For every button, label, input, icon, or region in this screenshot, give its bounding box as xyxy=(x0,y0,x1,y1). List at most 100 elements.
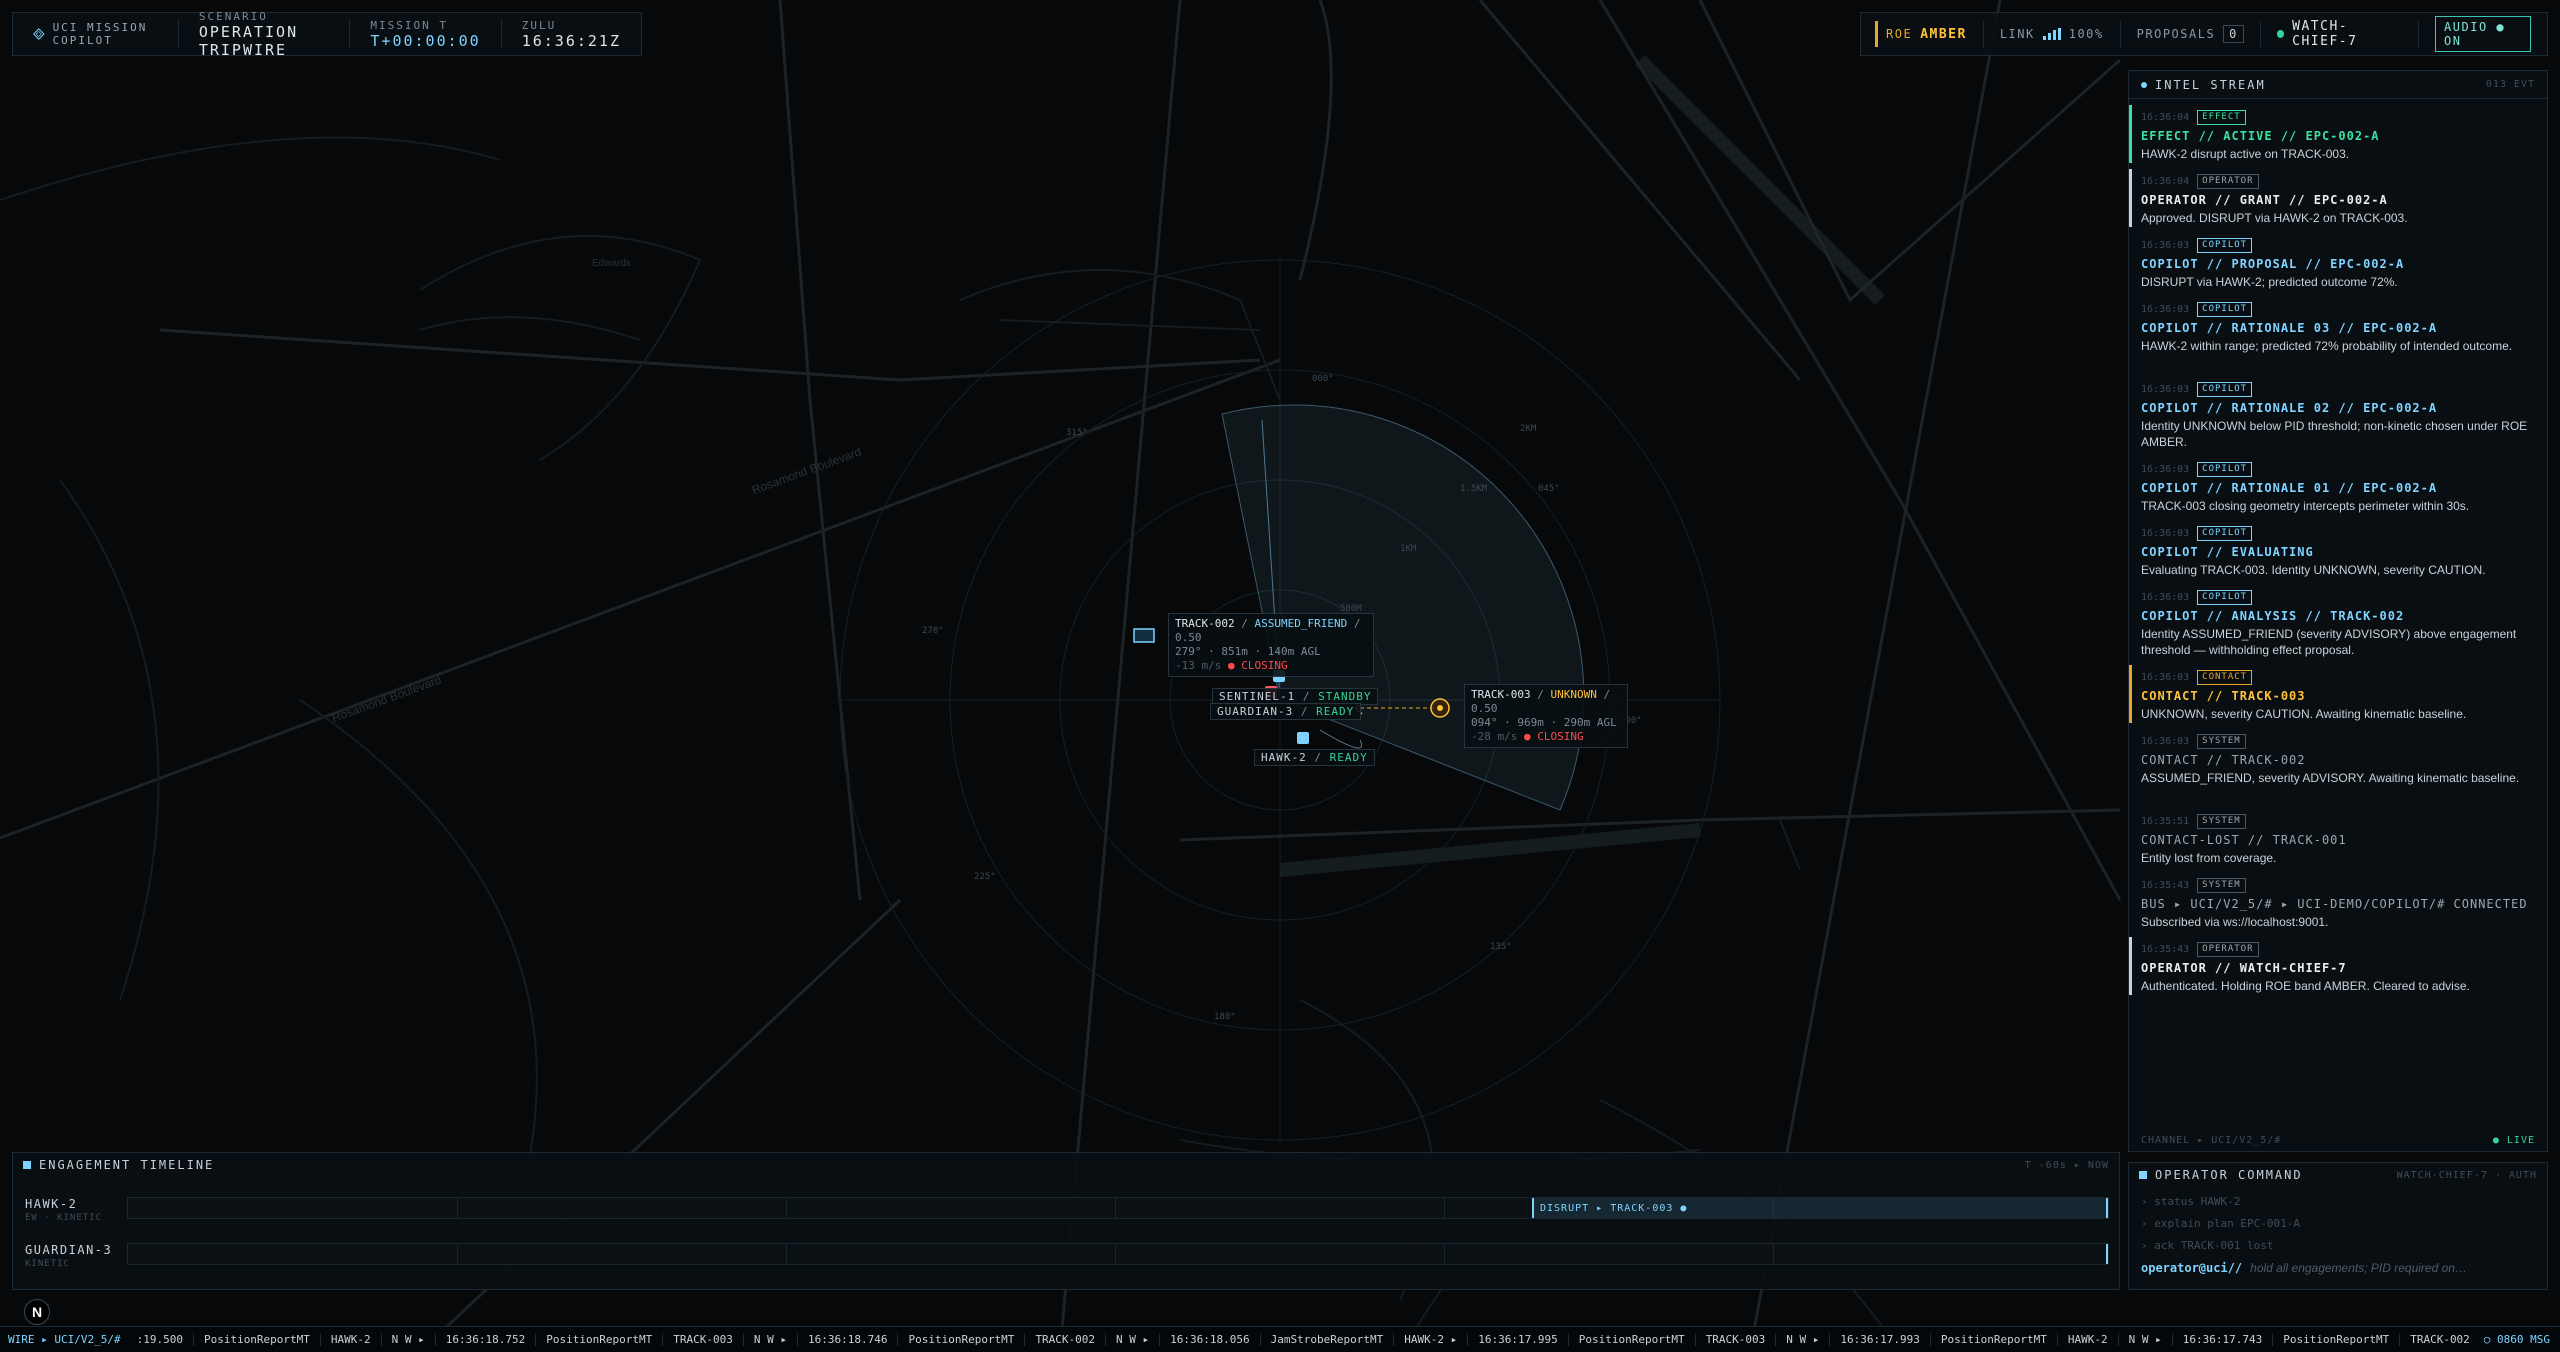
command-input[interactable]: operator@uci// hold all engagements; PID… xyxy=(2141,1261,2535,1275)
ticker-item: TRACK-002 xyxy=(1025,1333,1107,1346)
zulu-value: 16:36:21Z xyxy=(521,31,621,50)
intel-entry[interactable]: 16:36:03 SYSTEM CONTACT // TRACK-002 ASSUME… xyxy=(2129,729,2547,809)
intel-entry[interactable]: 16:35:51 SYSTEM CONTACT-LOST // TRACK-001 E… xyxy=(2129,809,2547,873)
entry-title: CONTACT // TRACK-003 xyxy=(2141,689,2306,703)
command-prompt: operator@uci// xyxy=(2141,1261,2243,1275)
ticker-item: N W ▸ xyxy=(381,1333,436,1346)
intel-entry[interactable]: 16:36:03 COPILOT COPILOT // RATIONALE 01 /… xyxy=(2129,457,2547,521)
mission-time-label: MISSION T xyxy=(370,18,449,32)
engagement-segment[interactable]: DISRUPT ▸ TRACK-003 ● xyxy=(1532,1198,2108,1218)
wire-ticker: WIRE ▸ UCI/V2_5/# :19.500 PositionReportM… xyxy=(0,1326,2560,1352)
link-label: LINK xyxy=(1999,27,2035,41)
ticker-item: PositionReportMT xyxy=(536,1333,664,1346)
ticker-item: PositionReportMT xyxy=(193,1333,321,1346)
timeline-row-guardian: GUARDIAN-3 KINETIC xyxy=(13,1239,2121,1279)
entry-tag: COPILOT xyxy=(2197,382,2253,397)
ticker-item: HAWK-2 xyxy=(2057,1333,2119,1346)
operator-indicator: WATCH-CHIEF-7 xyxy=(2259,19,2418,49)
entry-title: OPERATOR // WATCH-CHIEF-7 xyxy=(2141,961,2347,975)
engagement-timeline: ENGAGEMENT TIMELINE T -60s ▸ NOW HAWK-2 … xyxy=(12,1152,2120,1290)
intel-entry[interactable]: 16:35:43 OPERATOR OPERATOR // WATCH-CHIEF-… xyxy=(2129,937,2547,1001)
intel-count: 013 EVT xyxy=(2485,79,2535,90)
range-label-1-5km: 1.5KM xyxy=(1460,484,1488,494)
roe-label: ROE xyxy=(1886,27,1913,41)
n-logo-icon[interactable]: N xyxy=(24,1299,50,1325)
entry-body: Evaluating TRACK-003. Identity UNKNOWN, … xyxy=(2141,563,2486,577)
track-kinematics: 279° · 851m · 140m AGL xyxy=(1175,645,1321,658)
street-label: Edwards xyxy=(592,258,631,269)
intel-entry[interactable]: 16:36:03 COPILOT COPILOT // PROPOSAL // EP… xyxy=(2129,233,2547,297)
intel-header: INTEL STREAM 013 EVT xyxy=(2129,71,2547,99)
intel-entry[interactable]: 16:35:43 SYSTEM BUS ▸ UCI/V2_5/# ▸ UCI-DEM… xyxy=(2129,873,2547,937)
intel-entries: 16:36:04 EFFECT EFFECT // ACTIVE // EPC-00… xyxy=(2129,99,2547,1001)
row-sub: KINETIC xyxy=(25,1259,70,1269)
asset-status: READY xyxy=(1329,751,1368,764)
history-item[interactable]: › status HAWK-2 xyxy=(2129,1191,2547,1213)
row-sub: EW · KINETIC xyxy=(25,1213,103,1223)
range-label-1km: 1KM xyxy=(1400,544,1417,554)
intel-title: INTEL STREAM xyxy=(2155,77,2266,92)
asset-status: STANDBY xyxy=(1318,690,1372,703)
ticker-item: TRACK-003 xyxy=(1695,1333,1777,1346)
mission-time-block: MISSION T T+00:00:00 xyxy=(349,18,500,50)
track-002-label[interactable]: TRACK-002 / ASSUMED_FRIEND / 0.50 279° ·… xyxy=(1168,613,1374,677)
entry-time: 16:36:03 xyxy=(2141,672,2190,683)
scenario-value: OPERATION TRIPWIRE xyxy=(198,22,299,59)
asset-status: READY xyxy=(1316,705,1355,718)
online-dot-icon xyxy=(2276,30,2285,38)
command-square-icon xyxy=(2139,1171,2147,1179)
roe-indicator[interactable]: ROE AMBER xyxy=(1875,21,1983,47)
ticker-item: HAWK-2 ▸ xyxy=(1394,1333,1469,1346)
intel-entry[interactable]: 16:36:03 COPILOT COPILOT // ANALYSIS // TR… xyxy=(2129,585,2547,665)
opcmd-header: OPERATOR COMMAND WATCH-CHIEF-7 · AUTH xyxy=(2129,1163,2547,1187)
entry-time: 16:35:51 xyxy=(2141,816,2190,827)
timeline-square-icon xyxy=(23,1161,31,1169)
proposals-label: PROPOSALS xyxy=(2136,27,2216,41)
bearing-045: 045° xyxy=(1538,484,1560,494)
entry-title: BUS ▸ UCI/V2_5/# ▸ UCI-DEMO/COPILOT/# CO… xyxy=(2141,897,2528,911)
proposals-indicator[interactable]: PROPOSALS 0 xyxy=(2119,21,2260,47)
intel-entry[interactable]: 16:36:04 OPERATOR OPERATOR // GRANT // EPC… xyxy=(2129,169,2547,233)
timeline-track[interactable]: DISRUPT ▸ TRACK-003 ● xyxy=(127,1197,2109,1219)
row-name: GUARDIAN-3 xyxy=(25,1243,113,1257)
now-line xyxy=(2106,1244,2108,1264)
bearing-135: 135° xyxy=(1490,942,1512,952)
now-line xyxy=(2106,1198,2108,1218)
track-speed: -13 m/s xyxy=(1175,659,1222,672)
history-item[interactable]: › explain plan EPC-001-A xyxy=(2129,1213,2547,1235)
opcmd-auth: WATCH-CHIEF-7 · AUTH xyxy=(2396,1169,2537,1181)
opcmd-title: OPERATOR COMMAND xyxy=(2155,1168,2303,1182)
entry-time: 16:36:03 xyxy=(2141,304,2190,315)
entry-title: COPILOT // PROPOSAL // EPC-002-A xyxy=(2141,257,2405,271)
intel-entry[interactable]: 16:36:03 COPILOT COPILOT // RATIONALE 03 /… xyxy=(2129,297,2547,377)
track-id: TRACK-003 xyxy=(1471,688,1531,701)
wire-label: WIRE ▸ UCI/V2_5/# xyxy=(8,1333,121,1346)
entry-title: COPILOT // RATIONALE 02 // EPC-002-A xyxy=(2141,401,2438,415)
ticker-messages: :19.500 PositionReportMT HAWK-2 N W ▸ 16:36:… xyxy=(126,1333,2474,1346)
intel-entry[interactable]: 16:36:03 COPILOT COPILOT // RATIONALE 02 /… xyxy=(2129,377,2547,457)
ticker-item: PositionReportMT xyxy=(898,1333,1026,1346)
intel-entry[interactable]: 16:36:03 COPILOT COPILOT // EVALUATING Eval… xyxy=(2129,521,2547,585)
entry-body: Identity ASSUMED_FRIEND (severity ADVISO… xyxy=(2141,627,2517,657)
track-003-label[interactable]: TRACK-003 / UNKNOWN / 0.50 094° · 969m ·… xyxy=(1464,684,1628,748)
zulu-block: ZULU 16:36:21Z xyxy=(500,19,641,50)
track-score: 0.50 xyxy=(1471,702,1498,715)
entry-tag: COPILOT xyxy=(2197,526,2253,541)
asset-label-hawk[interactable]: HAWK-2 / READY xyxy=(1254,749,1375,766)
asset-label-guardian[interactable]: GUARDIAN-3 / READY xyxy=(1210,703,1362,720)
entry-title: CONTACT-LOST // TRACK-001 xyxy=(2141,833,2347,847)
mission-time-value: T+00:00:00 xyxy=(370,31,481,50)
link-value: 100% xyxy=(2068,27,2104,41)
message-count: ○ 0860 MSG xyxy=(2483,1333,2550,1346)
history-item[interactable]: › ack TRACK-001 lost xyxy=(2129,1235,2547,1257)
ticker-item: 16:36:18.056 xyxy=(1160,1333,1261,1346)
ticker-item: N W ▸ xyxy=(2118,1333,2173,1346)
bearing-225: 225° xyxy=(974,872,996,882)
intel-entry[interactable]: 16:36:04 EFFECT EFFECT // ACTIVE // EPC-00… xyxy=(2129,105,2547,169)
entry-body: Subscribed via ws://localhost:9001. xyxy=(2141,915,2329,929)
entry-title: CONTACT // TRACK-002 xyxy=(2141,753,2306,767)
ticker-item: 16:36:17.995 xyxy=(1468,1333,1569,1346)
audio-toggle[interactable]: AUDIO ● ON xyxy=(2435,16,2531,52)
intel-entry[interactable]: 16:36:03 CONTACT CONTACT // TRACK-003 UNKNO… xyxy=(2129,665,2547,729)
timeline-track[interactable] xyxy=(127,1243,2109,1265)
